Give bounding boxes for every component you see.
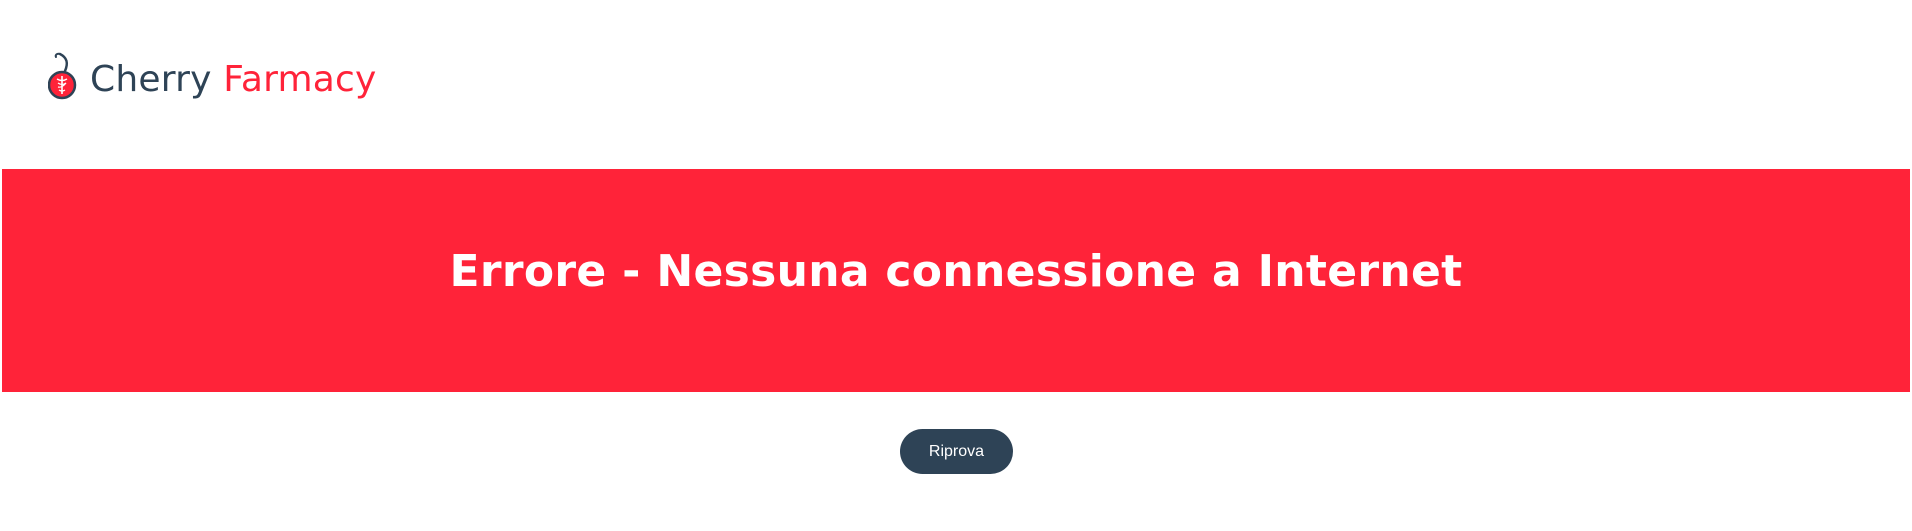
- retry-button[interactable]: Riprova: [900, 429, 1013, 474]
- cherry-logo-icon: [47, 51, 78, 101]
- error-page: Cherry Farmacy Errore - Nessuna connessi…: [0, 0, 1912, 531]
- error-title: Errore - Nessuna connessione a Internet: [449, 246, 1463, 297]
- brand-name-part1: Cherry: [90, 59, 212, 100]
- site-header: Cherry Farmacy: [47, 50, 377, 110]
- brand-logo-text[interactable]: Cherry Farmacy: [90, 62, 377, 98]
- error-banner: Errore - Nessuna connessione a Internet: [2, 169, 1910, 392]
- brand-name-part2: Farmacy: [223, 59, 377, 100]
